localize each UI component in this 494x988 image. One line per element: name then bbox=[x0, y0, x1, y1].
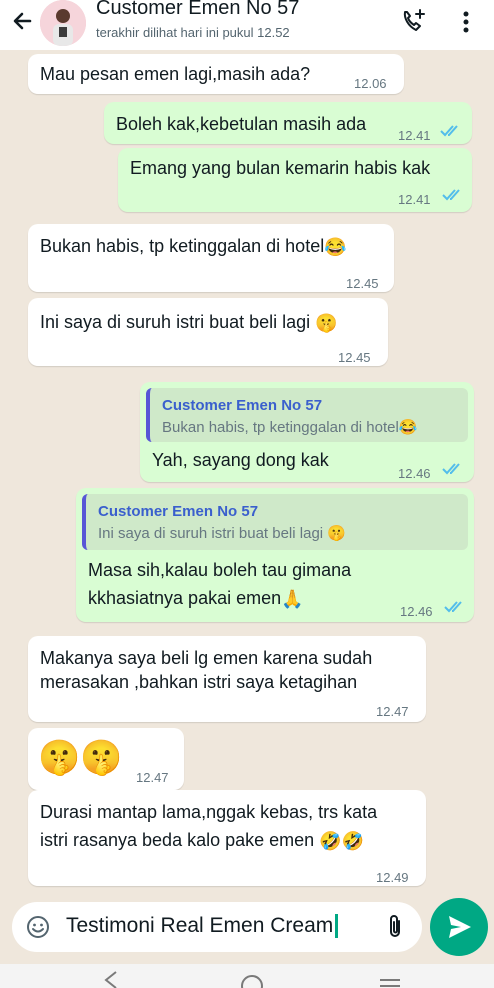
send-button[interactable] bbox=[430, 898, 488, 956]
message-incoming[interactable]: 🤫🤫 12.47 bbox=[28, 728, 184, 790]
message-time: 12.46 bbox=[400, 604, 433, 619]
message-body: Ini saya di suruh istri buat beli lagi 🤫 bbox=[40, 310, 338, 335]
message-incoming[interactable]: Mau pesan emen lagi,masih ada? 12.06 bbox=[28, 54, 404, 94]
contact-name[interactable]: Customer Emen No 57 bbox=[96, 0, 299, 20]
nav-home-icon bbox=[241, 975, 263, 988]
message-text: Bukan habis, tp ketinggalan di hotel bbox=[40, 236, 325, 256]
message-text: Ini saya di suruh istri buat beli lagi bbox=[40, 312, 311, 332]
add-call-icon[interactable] bbox=[398, 6, 428, 36]
quoted-text: Bukan habis, tp ketinggalan di hotel😂 bbox=[162, 416, 418, 440]
read-receipt-icon bbox=[442, 189, 460, 201]
message-time: 12.45 bbox=[338, 350, 371, 365]
message-text: Emang yang bulan kemarin habis kak bbox=[130, 158, 431, 178]
message-text-line-1: Makanya saya beli lg emen karena sudah bbox=[40, 648, 373, 668]
message-incoming[interactable]: Durasi mantap lama,nggak kebas, trs kata… bbox=[28, 790, 426, 886]
back-arrow-icon[interactable] bbox=[8, 6, 38, 36]
message-text: Yah, sayang dong kak bbox=[152, 450, 329, 470]
message-text-line-2: istri rasanya beda kalo pake emen bbox=[40, 830, 315, 850]
message-time: 12.06 bbox=[354, 76, 387, 91]
nav-back-icon bbox=[104, 971, 117, 988]
more-vert-icon[interactable] bbox=[454, 8, 478, 36]
message-composer[interactable]: Testimoni Real Emen Cream bbox=[12, 902, 422, 952]
last-seen: terakhir dilihat hari ini pukul 12.52 bbox=[96, 25, 290, 40]
message-text-line-1: Masa sih,kalau boleh tau gimana bbox=[88, 560, 352, 580]
message-body: Bukan habis, tp ketinggalan di hotel😂 bbox=[40, 234, 347, 259]
text-cursor bbox=[335, 914, 339, 939]
read-receipt-icon bbox=[440, 125, 458, 137]
smiley-icon[interactable] bbox=[26, 915, 50, 939]
read-receipt-icon bbox=[442, 463, 460, 475]
folded-hands-emoji: 🙏 bbox=[281, 589, 304, 610]
message-text-line-2: merasakan ,bahkan istri saya ketagihan bbox=[40, 672, 358, 692]
quoted-message[interactable]: Customer Emen No 57 Ini saya di suruh is… bbox=[82, 494, 468, 550]
tears-of-joy-emoji: 😂 bbox=[324, 237, 347, 258]
attach-icon[interactable] bbox=[384, 913, 406, 941]
system-nav-bar bbox=[0, 964, 494, 988]
message-outgoing[interactable]: Boleh kak,kebetulan masih ada 12.41 bbox=[104, 102, 472, 144]
message-time: 12.41 bbox=[398, 128, 431, 143]
message-text: Boleh kak,kebetulan masih ada bbox=[116, 114, 367, 134]
message-line-2: kkhasiatnya pakai emen🙏 bbox=[88, 586, 304, 611]
read-receipt-icon bbox=[444, 601, 462, 613]
message-text-line-1: Durasi mantap lama,nggak kebas, trs kata bbox=[40, 802, 378, 822]
quoted-text: Ini saya di suruh istri buat beli lagi 🤫 bbox=[98, 522, 346, 546]
chat-area[interactable]: Mau pesan emen lagi,masih ada? 12.06 Bol… bbox=[0, 50, 494, 890]
nav-buttons bbox=[104, 971, 400, 988]
message-incoming[interactable]: Bukan habis, tp ketinggalan di hotel😂 12… bbox=[28, 224, 394, 292]
message-time: 12.41 bbox=[398, 192, 431, 207]
message-time: 12.46 bbox=[398, 466, 431, 481]
message-time: 12.47 bbox=[376, 704, 409, 719]
chat-header: Customer Emen No 57 terakhir dilihat har… bbox=[0, 0, 494, 50]
quoted-emoji: 🤫 bbox=[327, 525, 346, 542]
send-icon bbox=[449, 916, 471, 938]
quoted-emoji: 😂 bbox=[398, 419, 418, 436]
message-emoji: 🤫🤫 bbox=[38, 739, 123, 777]
quoted-message[interactable]: Customer Emen No 57 Bukan habis, tp keti… bbox=[146, 388, 468, 442]
message-input[interactable]: Testimoni Real Emen Cream bbox=[66, 914, 339, 939]
message-time: 12.47 bbox=[136, 770, 169, 785]
message-outgoing[interactable]: Emang yang bulan kemarin habis kak 12.41 bbox=[118, 148, 472, 212]
rolling-laughing-emoji: 🤣🤣 bbox=[319, 831, 365, 852]
quoted-sender: Customer Emen No 57 bbox=[162, 397, 323, 414]
quoted-text-body: Bukan habis, tp ketinggalan di hotel bbox=[162, 419, 399, 436]
quoted-sender: Customer Emen No 57 bbox=[98, 503, 259, 520]
message-outgoing-reply[interactable]: Customer Emen No 57 Bukan habis, tp keti… bbox=[140, 382, 474, 482]
message-time: 12.45 bbox=[346, 276, 379, 291]
message-outgoing-reply[interactable]: Customer Emen No 57 Ini saya di suruh is… bbox=[76, 488, 474, 622]
avatar[interactable] bbox=[40, 0, 86, 46]
message-incoming[interactable]: Ini saya di suruh istri buat beli lagi 🤫… bbox=[28, 298, 388, 366]
message-input-value: Testimoni Real Emen Cream bbox=[66, 914, 334, 937]
quoted-text-body: Ini saya di suruh istri buat beli lagi bbox=[98, 525, 324, 542]
shushing-face-emoji: 🤫 bbox=[315, 313, 338, 334]
message-text-line-2: kkhasiatnya pakai emen bbox=[88, 588, 282, 608]
message-text: Mau pesan emen lagi,masih ada? bbox=[40, 64, 311, 84]
message-line-2: istri rasanya beda kalo pake emen 🤣🤣 bbox=[40, 828, 364, 853]
nav-recents-icon bbox=[380, 979, 400, 987]
message-time: 12.49 bbox=[376, 870, 409, 885]
message-incoming[interactable]: Makanya saya beli lg emen karena sudah m… bbox=[28, 636, 426, 722]
